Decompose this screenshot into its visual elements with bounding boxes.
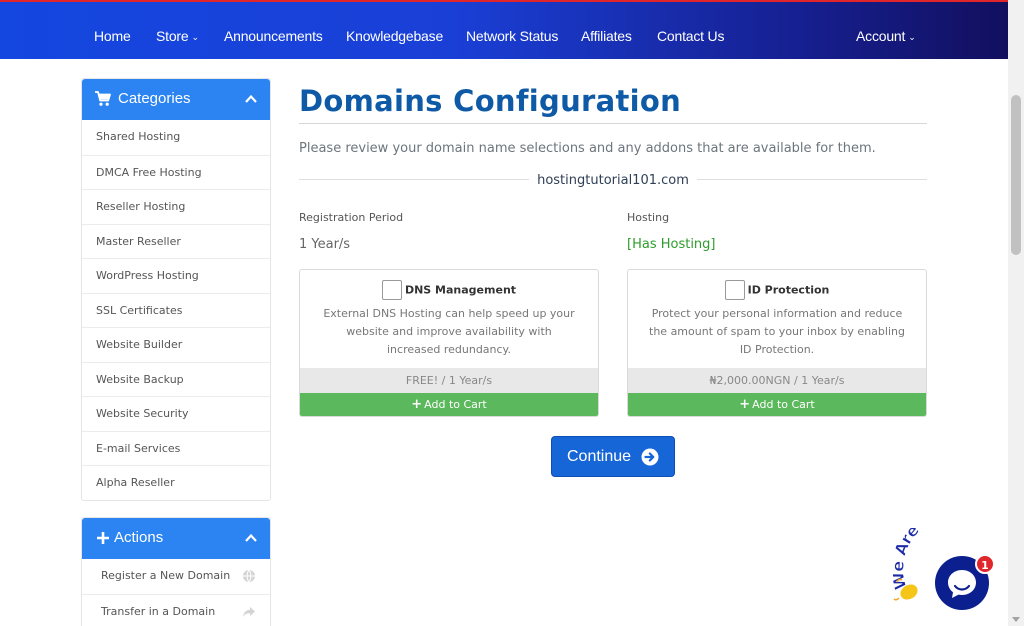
chevron-up-icon[interactable] <box>244 92 258 106</box>
hosting-status: [Has Hosting] <box>627 237 716 252</box>
transfer-domain-label: Transfer in a Domain <box>101 604 216 618</box>
nav-account-label: Account <box>856 28 906 44</box>
sidebar-item-email-services[interactable]: E-mail Services <box>82 430 270 466</box>
sidebar-item-alpha-reseller[interactable]: Alpha Reseller <box>82 465 270 500</box>
sidebar-item-master-reseller[interactable]: Master Reseller <box>82 223 270 259</box>
arrow-right-circle-icon <box>641 448 659 466</box>
registration-period-value: 1 Year/s <box>299 237 351 252</box>
chat-notification-badge: 1 <box>975 554 995 574</box>
plus-icon: + <box>739 397 751 412</box>
categories-title: Categories <box>118 90 191 107</box>
continue-button[interactable]: Continue <box>551 436 675 477</box>
domain-divider-left <box>299 179 529 180</box>
intro-text: Please review your domain name selection… <box>299 141 876 156</box>
sidebar-item-register-domain[interactable]: Register a New Domain <box>82 559 270 594</box>
chevron-down-icon: ⌄ <box>191 32 199 42</box>
categories-panel-header[interactable]: Categories <box>82 79 270 120</box>
sidebar-item-dmca-free-hosting[interactable]: DMCA Free Hosting <box>82 154 270 190</box>
addon-header: ID Protection <box>628 280 926 300</box>
addon-header: DNS Management <box>300 280 598 300</box>
addon-price: FREE! / 1 Year/s <box>300 368 598 393</box>
continue-label: Continue <box>567 448 632 465</box>
addon-price: ₦2,000.00NGN / 1 Year/s <box>628 368 926 393</box>
top-navbar: Home Store ⌄ Announcements Knowledgebase … <box>0 0 1008 59</box>
nav-affiliates[interactable]: Affiliates <box>581 28 632 44</box>
add-to-cart-label: Add to Cart <box>424 398 487 411</box>
addon-description: External DNS Hosting can help speed up y… <box>323 307 575 356</box>
registration-period-label: Registration Period <box>299 211 404 224</box>
nav-knowledgebase[interactable]: Knowledgebase <box>346 28 443 44</box>
nav-announcements[interactable]: Announcements <box>224 28 323 44</box>
sidebar-item-wordpress-hosting[interactable]: WordPress Hosting <box>82 258 270 293</box>
scrollbar-thumb[interactable] <box>1011 95 1021 255</box>
plus-icon <box>97 532 109 544</box>
actions-title: Actions <box>114 529 164 546</box>
addon-name: ID Protection <box>747 283 830 297</box>
chevron-down-icon: ⌄ <box>908 32 916 42</box>
actions-list: Register a New Domain Transfer in a Doma… <box>82 559 270 626</box>
hosting-label: Hosting <box>627 211 670 224</box>
dns-management-checkbox[interactable] <box>381 280 402 300</box>
addon-card-id-protection: ID Protection Protect your personal info… <box>627 269 927 417</box>
sidebar-item-ssl-certificates[interactable]: SSL Certificates <box>82 292 270 328</box>
sidebar-item-transfer-domain[interactable]: Transfer in a Domain <box>82 593 270 626</box>
addon-description: Protect your personal information and re… <box>649 307 905 356</box>
page-title: Domains Configuration <box>299 84 682 118</box>
sidebar-item-website-builder[interactable]: Website Builder <box>82 327 270 362</box>
addon-name: DNS Management <box>404 283 517 297</box>
nav-store-label: Store <box>156 28 189 44</box>
sidebar-item-reseller-hosting[interactable]: Reseller Hosting <box>82 189 270 224</box>
nav-network-status[interactable]: Network Status <box>466 28 558 44</box>
actions-panel: Actions Register a New Domain Transfer i… <box>81 517 271 626</box>
add-to-cart-button-id-protection[interactable]: + Add to Cart <box>628 393 926 416</box>
chevron-up-icon[interactable] <box>244 531 258 545</box>
title-divider <box>299 123 927 124</box>
add-to-cart-label: Add to Cart <box>752 398 815 411</box>
add-to-cart-button-dns[interactable]: + Add to Cart <box>300 393 598 416</box>
nav-account[interactable]: Account ⌄ <box>856 28 916 44</box>
plus-icon: + <box>411 397 423 412</box>
domain-name: hostingtutorial101.com <box>537 173 689 188</box>
scroll-down-arrow-icon[interactable] <box>1012 617 1020 622</box>
globe-icon <box>243 569 255 583</box>
nav-store[interactable]: Store ⌄ <box>156 28 199 44</box>
sidebar-item-shared-hosting[interactable]: Shared Hosting <box>82 120 270 155</box>
nav-contact-us[interactable]: Contact Us <box>657 28 724 44</box>
register-domain-label: Register a New Domain <box>101 569 231 582</box>
sidebar-item-website-security[interactable]: Website Security <box>82 396 270 431</box>
sidebar-item-website-backup[interactable]: Website Backup <box>82 361 270 397</box>
id-protection-checkbox[interactable] <box>724 280 745 300</box>
categories-list: Shared Hosting DMCA Free Hosting Reselle… <box>82 120 270 500</box>
nav-home[interactable]: Home <box>94 28 131 44</box>
cart-icon <box>95 91 111 106</box>
categories-panel: Categories Shared Hosting DMCA Free Host… <box>81 78 271 501</box>
share-arrow-icon <box>243 606 255 617</box>
addon-card-dns-management: DNS Management External DNS Hosting can … <box>299 269 599 417</box>
actions-panel-header[interactable]: Actions <box>82 518 270 559</box>
domain-divider-right <box>697 179 927 180</box>
